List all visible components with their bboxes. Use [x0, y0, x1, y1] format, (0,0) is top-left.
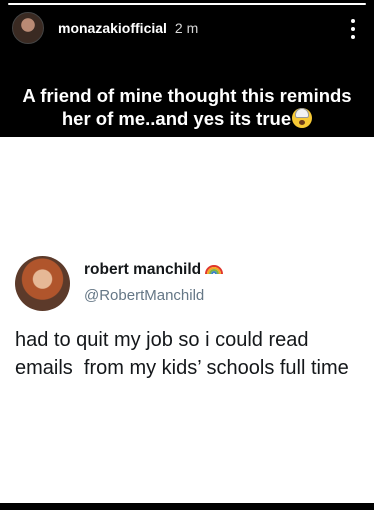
caption-line-2: her of me..and yes its true: [12, 107, 362, 130]
caption-line-1: A friend of mine thought this reminds: [22, 85, 352, 106]
tweet-text: had to quit my job so i could read email…: [15, 329, 349, 379]
story-header: monazakiofficial 2 m: [0, 8, 374, 48]
rainbow-icon: [205, 265, 224, 275]
shocked-face-emoji-icon: [292, 108, 313, 128]
caption-line-2-text: her of me..and yes its true: [61, 108, 292, 129]
tweet-card: robert manchild @RobertManchild had to q…: [0, 137, 374, 503]
tweet-author-avatar: [15, 256, 70, 311]
tweet-author-name-text: robert manchild: [84, 261, 202, 278]
username[interactable]: monazakiofficial: [58, 20, 167, 36]
more-vertical-icon[interactable]: [350, 19, 356, 39]
post-time: 2 m: [174, 20, 199, 36]
story-progress-fill: [8, 3, 366, 5]
profile-avatar[interactable]: [12, 12, 44, 44]
tweet-author-handle: @RobertManchild: [84, 287, 205, 304]
story-progress-bar: [8, 3, 366, 5]
story-caption: A friend of mine thought this reminds he…: [0, 84, 374, 130]
tweet-author-name: robert manchild: [84, 261, 224, 279]
